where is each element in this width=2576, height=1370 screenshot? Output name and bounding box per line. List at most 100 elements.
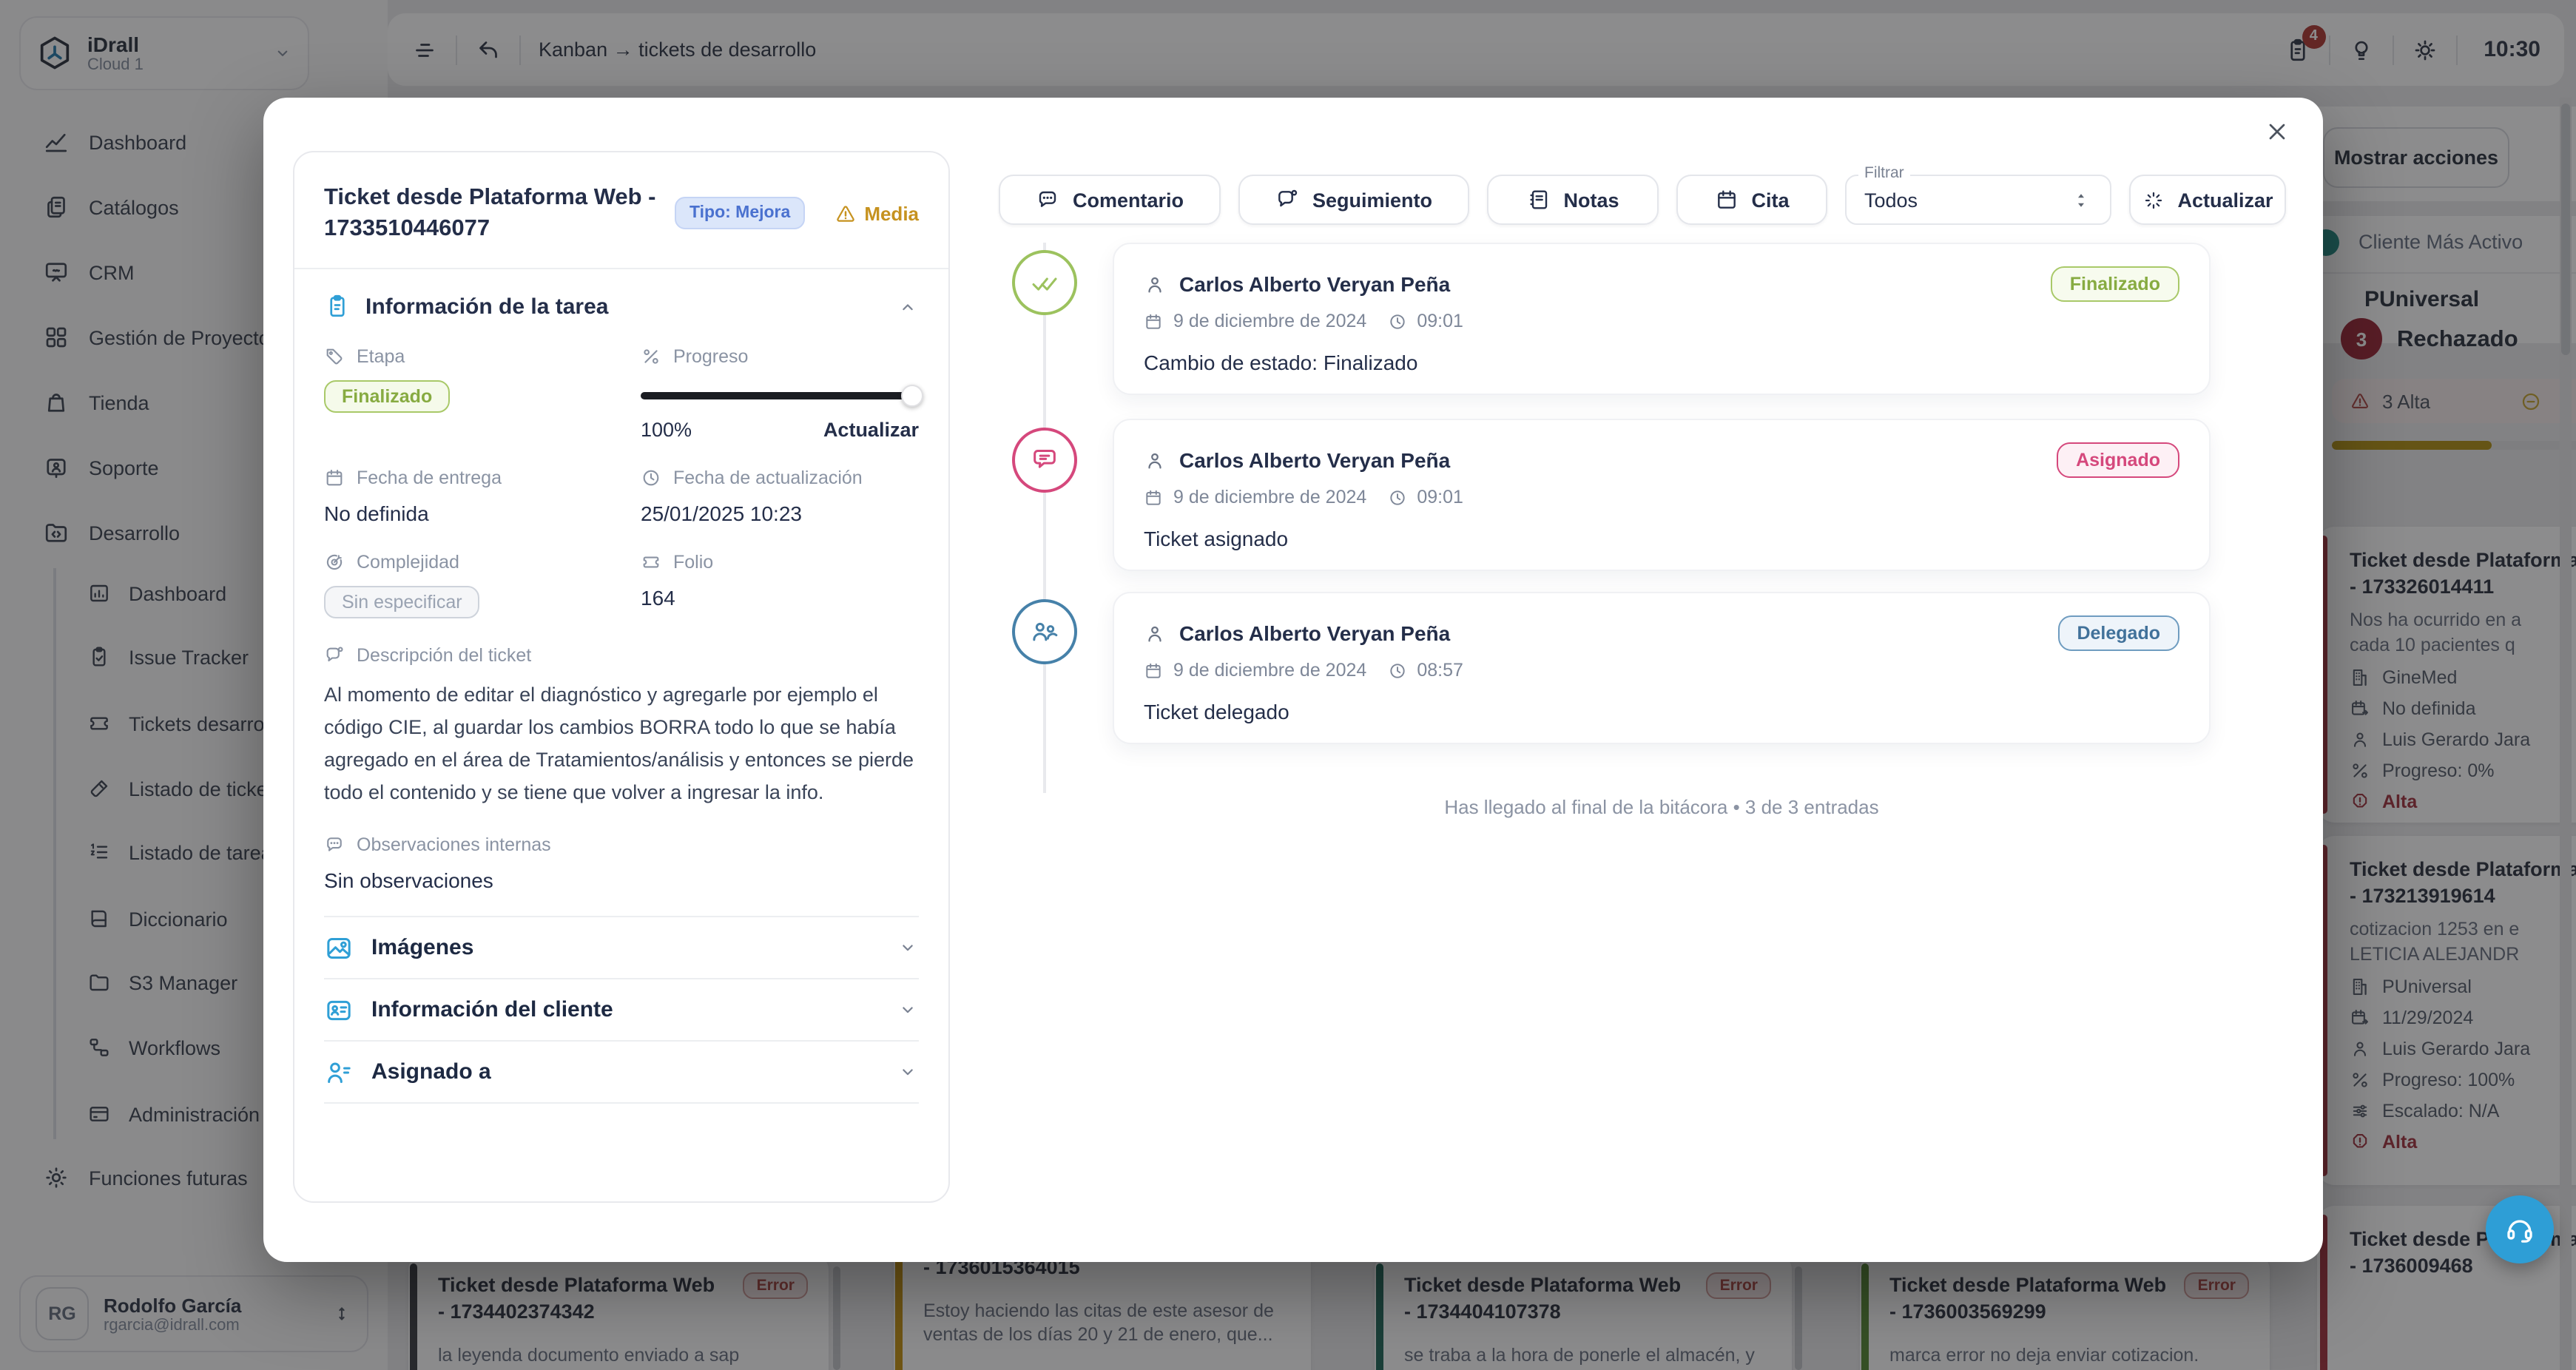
calendar-icon bbox=[1144, 311, 1163, 331]
complexity-badge: Sin especificar bbox=[324, 586, 480, 618]
entry-date: 9 de diciembre de 2024 bbox=[1173, 660, 1366, 681]
log-toolbar: Comentario Seguimiento Notas Cita Filtra… bbox=[999, 175, 2286, 225]
comment-button[interactable]: Comentario bbox=[999, 175, 1221, 225]
entry-time: 08:57 bbox=[1417, 660, 1463, 681]
field-label: Progreso bbox=[673, 346, 748, 367]
accordion-label: Asignado a bbox=[371, 1060, 491, 1085]
entry-author: Carlos Alberto Veryan Peña bbox=[1179, 621, 1450, 645]
slider-track bbox=[641, 392, 919, 399]
button-label: Comentario bbox=[1073, 189, 1184, 211]
filter-select[interactable]: Filtrar Todos bbox=[1845, 175, 2111, 225]
person-icon bbox=[1144, 622, 1166, 644]
clock-icon bbox=[1387, 311, 1406, 331]
chevron-up-icon bbox=[897, 295, 919, 317]
timeline-dot-asignado bbox=[1012, 428, 1077, 493]
person-plus-icon bbox=[324, 1058, 354, 1087]
field-label: Complejidad bbox=[357, 552, 459, 573]
field-value: Sin observaciones bbox=[324, 869, 919, 893]
progress-percent: 100% bbox=[641, 419, 692, 441]
field-complejidad: Complejidad Sin especificar bbox=[324, 552, 602, 618]
entry-time: 09:01 bbox=[1417, 487, 1463, 507]
followup-icon bbox=[1275, 188, 1299, 212]
app-screen: iDrall Cloud 1 Dashboard Catálogos CRM G… bbox=[0, 0, 2576, 1370]
refresh-button[interactable]: Actualizar bbox=[2129, 175, 2286, 225]
comment-icon bbox=[1036, 188, 1059, 212]
field-fecha-entrega: Fecha de entrega No definida bbox=[324, 468, 602, 525]
ticket-title: Ticket desde Plataforma Web - 1733510446… bbox=[324, 182, 660, 244]
field-label: Folio bbox=[673, 552, 713, 573]
accordion-asignado-a[interactable]: Asignado a bbox=[324, 1042, 919, 1103]
field-descripcion: Descripción del ticket Al momento de edi… bbox=[324, 645, 919, 809]
followup-button[interactable]: Seguimiento bbox=[1238, 175, 1469, 225]
update-progress-link[interactable]: Actualizar bbox=[823, 419, 919, 441]
field-value: 25/01/2025 10:23 bbox=[641, 502, 919, 525]
entry-status-badge: Finalizado bbox=[2051, 266, 2179, 302]
calendar-icon bbox=[1144, 487, 1163, 507]
field-value: No definida bbox=[324, 502, 602, 525]
calendar-icon bbox=[324, 468, 345, 488]
target-icon bbox=[324, 552, 345, 573]
timeline-dot-finalizado bbox=[1012, 250, 1077, 315]
accordion-label: Imágenes bbox=[371, 936, 473, 961]
button-label: Seguimiento bbox=[1312, 189, 1432, 211]
field-value: 164 bbox=[641, 586, 919, 610]
double-check-icon bbox=[1030, 268, 1059, 297]
slider-thumb[interactable] bbox=[901, 385, 923, 407]
entry-author: Carlos Alberto Veryan Peña bbox=[1179, 272, 1450, 296]
field-label: Etapa bbox=[357, 346, 405, 367]
timeline-end-note: Has llegado al final de la bitácora • 3 … bbox=[1113, 796, 2211, 818]
percent-icon bbox=[641, 346, 661, 367]
entry-author: Carlos Alberto Veryan Peña bbox=[1179, 448, 1450, 472]
divider bbox=[324, 1103, 919, 1104]
task-info-section-header[interactable]: Información de la tarea bbox=[324, 293, 919, 320]
chevron-down-icon bbox=[897, 1062, 919, 1084]
select-arrows-icon bbox=[2070, 189, 2092, 211]
type-badge: Tipo: Mejora bbox=[675, 197, 805, 229]
appointment-calendar-icon bbox=[1714, 188, 1738, 212]
tag-icon bbox=[324, 346, 345, 367]
field-progreso: Progreso 100% Actualizar bbox=[641, 346, 919, 441]
clock-icon bbox=[1387, 487, 1406, 507]
clock-icon bbox=[1387, 661, 1406, 680]
appointment-button[interactable]: Cita bbox=[1676, 175, 1827, 225]
chat-dots-icon bbox=[324, 835, 345, 856]
chevron-down-icon bbox=[897, 999, 919, 1022]
ticket-info-panel: Ticket desde Plataforma Web - 1733510446… bbox=[293, 151, 950, 1203]
filter-label: Filtrar bbox=[1858, 164, 1910, 182]
progress-slider[interactable] bbox=[641, 385, 919, 407]
button-label: Cita bbox=[1751, 189, 1789, 211]
entry-status-badge: Delegado bbox=[2057, 615, 2179, 651]
field-etapa: Etapa Finalizado bbox=[324, 346, 602, 441]
person-icon bbox=[1144, 449, 1166, 471]
section-title: Información de la tarea bbox=[365, 294, 608, 319]
chevron-down-icon bbox=[897, 937, 919, 959]
spinner-icon bbox=[2142, 189, 2164, 211]
users-icon bbox=[1030, 617, 1059, 647]
ticket-icon bbox=[641, 552, 661, 573]
field-folio: Folio 164 bbox=[641, 552, 919, 618]
entry-text: Cambio de estado: Finalizado bbox=[1144, 351, 2179, 374]
warning-triangle-icon bbox=[834, 202, 857, 224]
entry-date: 9 de diciembre de 2024 bbox=[1173, 487, 1366, 507]
support-fab[interactable] bbox=[2486, 1195, 2554, 1263]
entry-text: Ticket asignado bbox=[1144, 527, 2179, 550]
priority-indicator: Media bbox=[834, 202, 919, 224]
field-label: Fecha de entrega bbox=[357, 468, 502, 488]
notes-icon bbox=[1526, 188, 1550, 212]
clock-icon bbox=[641, 468, 661, 488]
timeline-entry: Carlos Alberto Veryan Peña Delegado 9 de… bbox=[1113, 592, 2211, 744]
clipboard-icon bbox=[324, 293, 351, 320]
entry-status-badge: Asignado bbox=[2057, 442, 2179, 478]
accordion-imagenes[interactable]: Imágenes bbox=[324, 918, 919, 979]
accordion-informacion-cliente[interactable]: Información del cliente bbox=[324, 980, 919, 1041]
filter-value: Todos bbox=[1864, 189, 1918, 211]
button-label: Notas bbox=[1563, 189, 1619, 211]
notes-button[interactable]: Notas bbox=[1487, 175, 1659, 225]
timeline-entry: Carlos Alberto Veryan Peña Asignado 9 de… bbox=[1113, 419, 2211, 571]
status-badge: Finalizado bbox=[324, 380, 450, 413]
chat-assign-icon bbox=[1030, 445, 1059, 475]
close-icon[interactable] bbox=[2255, 109, 2299, 154]
person-icon bbox=[1144, 273, 1166, 295]
calendar-icon bbox=[1144, 661, 1163, 680]
image-icon bbox=[324, 934, 354, 963]
